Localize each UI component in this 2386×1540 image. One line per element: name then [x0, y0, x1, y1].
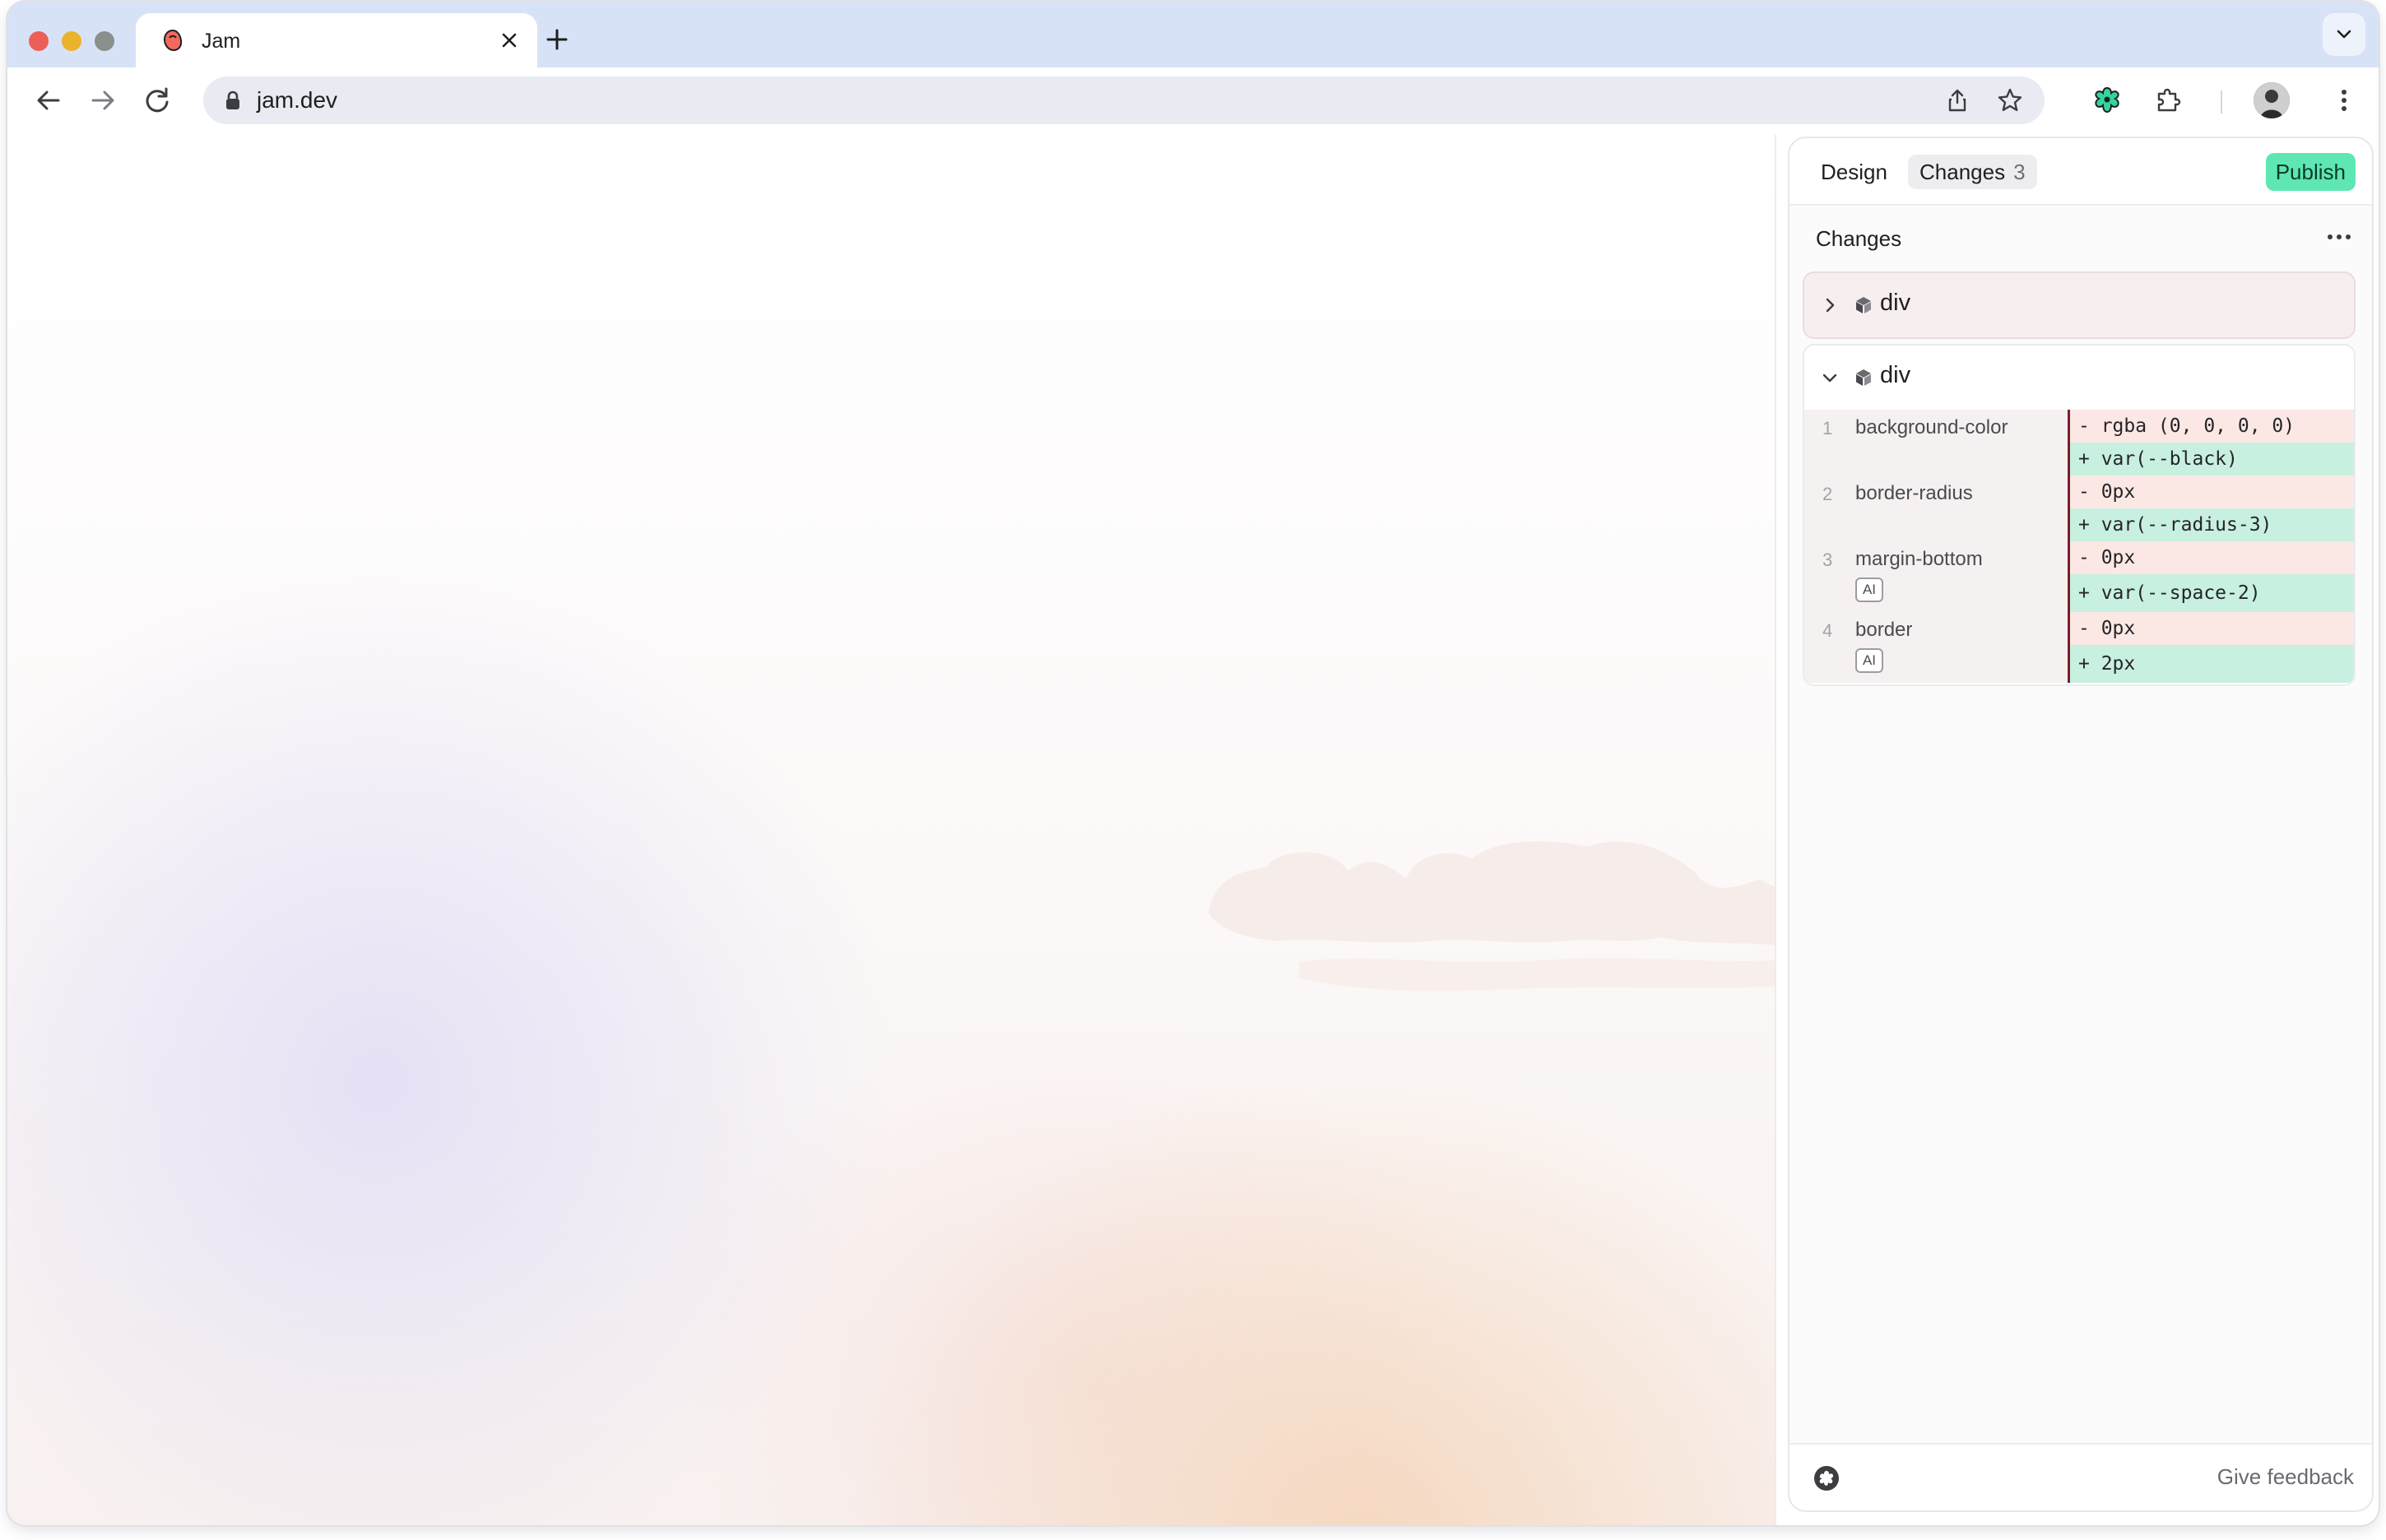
page-viewport[interactable] [7, 135, 1775, 1525]
removed-value: - rgba (0, 0, 0, 0) [2070, 410, 2354, 443]
panel-footer: Give feedback [1790, 1443, 2372, 1510]
change-group-expanded: div 1 background-color - rgba (0, 0, 0, … [1803, 344, 2356, 686]
added-value: + var(--black) [2070, 443, 2354, 475]
removed-value: - 0px [2070, 612, 2354, 645]
property-name: background-color [1855, 416, 2008, 438]
toolbar-divider [2221, 90, 2222, 114]
browser-tab-jam[interactable]: Jam [136, 13, 537, 67]
diff-row[interactable]: 4 border AI - 0px + 2px [1804, 612, 2354, 683]
added-value: + 2px [2070, 645, 2354, 683]
line-number: 1 [1822, 418, 1833, 438]
tab-strip: Jam [7, 2, 2379, 67]
back-arrow-icon[interactable] [32, 84, 65, 117]
change-group-collapsed[interactable]: div [1803, 271, 2356, 339]
url-text: jam.dev [257, 87, 338, 113]
jam-devtools-panel: Design Changes 3 Publish Changes div div… [1788, 137, 2374, 1512]
removed-value: - 0px [2070, 541, 2354, 574]
diff-row[interactable]: 1 background-color - rgba (0, 0, 0, 0) +… [1804, 410, 2354, 475]
tab-title: Jam [202, 30, 241, 53]
forward-arrow-icon[interactable] [86, 84, 119, 117]
background-landscape-image [1209, 841, 1775, 991]
tab-changes[interactable]: Changes 3 [1908, 155, 2037, 189]
share-icon[interactable] [1944, 87, 1971, 114]
property-name: margin-bottom [1855, 548, 1983, 570]
removed-value: - 0px [2070, 475, 2354, 508]
group-element-name: div [1880, 362, 1911, 388]
tab-design[interactable]: Design [1821, 155, 1887, 189]
minimize-window-button[interactable] [62, 31, 81, 51]
bookmark-star-icon[interactable] [1997, 87, 2023, 114]
browser-toolbar: jam.dev [7, 67, 2379, 135]
group-element-name: div [1880, 290, 1911, 316]
publish-button[interactable]: Publish [2265, 153, 2356, 191]
close-window-button[interactable] [29, 31, 49, 51]
lock-icon [226, 90, 239, 109]
extensions-puzzle-icon[interactable] [2152, 84, 2184, 117]
element-cube-icon [1856, 297, 1871, 313]
give-feedback-link[interactable]: Give feedback [2217, 1464, 2354, 1490]
diff-row[interactable]: 2 border-radius - 0px + var(--radius-3) [1804, 475, 2354, 541]
chevron-down-icon[interactable] [1819, 367, 1841, 388]
jam-logo-icon [163, 29, 183, 52]
chevron-right-icon[interactable] [1819, 295, 1841, 316]
profile-photo-icon [2254, 82, 2290, 118]
browser-window: Jam jam.dev Design Changes 3 Publish Cha… [7, 2, 2379, 1525]
changes-count-badge: 3 [2013, 160, 2026, 184]
property-name: border-radius [1855, 482, 1973, 504]
group-header[interactable]: div [1804, 273, 2354, 337]
ai-badge: AI [1855, 648, 1883, 673]
added-value: + var(--radius-3) [2070, 508, 2354, 541]
diff-list: 1 background-color - rgba (0, 0, 0, 0) +… [1804, 410, 2354, 683]
property-name: border [1855, 619, 1913, 641]
profile-avatar[interactable] [2254, 82, 2290, 118]
browser-menu-icon[interactable] [2328, 84, 2360, 117]
group-header[interactable]: div [1804, 346, 2354, 410]
jam-extension-icon[interactable] [2091, 84, 2124, 117]
viewport-edge [1775, 135, 1776, 1525]
section-title: Changes [1816, 226, 1902, 251]
reload-icon[interactable] [141, 84, 174, 117]
chevron-down-icon [2337, 30, 2351, 39]
address-bar[interactable]: jam.dev [203, 77, 2045, 124]
panel-header: Design Changes 3 Publish [1790, 138, 2372, 206]
close-tab-icon[interactable] [496, 27, 522, 53]
new-tab-icon[interactable] [542, 25, 572, 54]
maximize-window-button[interactable] [95, 31, 114, 51]
jam-logo-icon[interactable] [1813, 1464, 1841, 1492]
line-number: 3 [1822, 550, 1833, 570]
element-cube-icon [1856, 369, 1871, 386]
more-options-icon[interactable] [2324, 229, 2354, 245]
line-number: 2 [1822, 484, 1833, 504]
added-value: + var(--space-2) [2070, 574, 2354, 612]
line-number: 4 [1822, 620, 1833, 641]
ai-badge: AI [1855, 578, 1883, 602]
diff-row[interactable]: 3 margin-bottom AI - 0px + var(--space-2… [1804, 541, 2354, 612]
tab-search-button[interactable] [2323, 13, 2365, 56]
